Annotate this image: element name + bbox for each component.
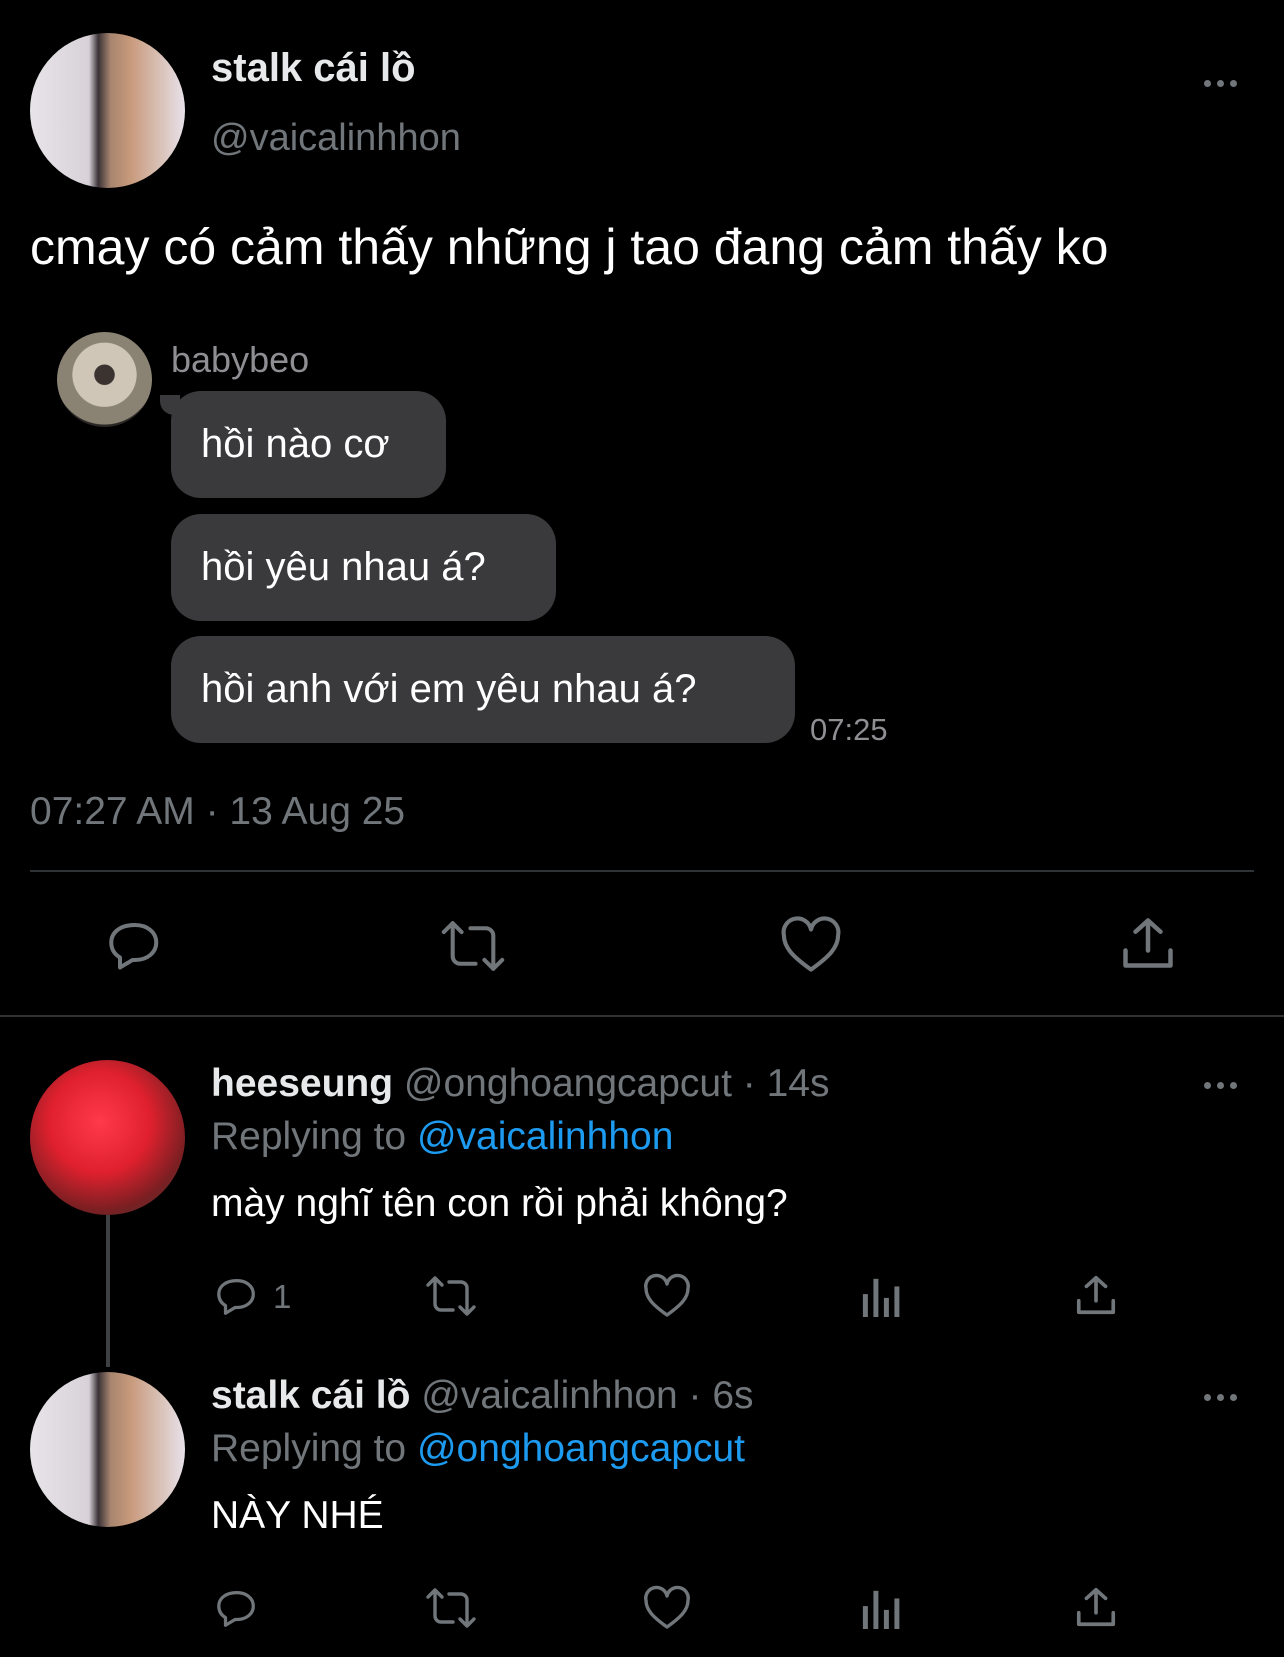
share-icon[interactable]: [1073, 1585, 1119, 1629]
chat-bubble: hồi yêu nhau á?: [171, 514, 556, 621]
author-display-name[interactable]: stalk cái lồ: [211, 46, 416, 91]
more-icon[interactable]: [1204, 80, 1237, 87]
reply-display-name[interactable]: heeseung: [211, 1062, 393, 1105]
reply-text: mày nghĩ tên con rồi phải không?: [211, 1182, 788, 1225]
heart-icon[interactable]: [780, 915, 842, 975]
chat-bubble: hồi nào cơ: [171, 391, 446, 498]
reply-header: heeseung @onghoangcapcut · 14s: [211, 1062, 829, 1106]
share-icon[interactable]: [1118, 915, 1178, 971]
replying-to-link[interactable]: @vaicalinhhon: [417, 1115, 673, 1158]
author-handle[interactable]: @vaicalinhhon: [211, 117, 461, 160]
reply-icon[interactable]: [214, 1273, 260, 1319]
chat-bubble: hồi anh với em yêu nhau á?: [171, 636, 795, 743]
replying-to-label: Replying to: [211, 1115, 407, 1158]
more-icon[interactable]: [1204, 1394, 1237, 1401]
views-icon[interactable]: [862, 1275, 902, 1317]
reply-count: 1: [273, 1278, 292, 1315]
reply-icon[interactable]: [214, 1585, 260, 1631]
replying-to: Replying to @onghoangcapcut: [211, 1427, 745, 1471]
reply-avatar[interactable]: [30, 1372, 185, 1527]
reply-avatar[interactable]: [30, 1060, 185, 1215]
views-icon[interactable]: [862, 1587, 902, 1629]
reply-header: stalk cái lồ @vaicalinhhon · 6s: [211, 1374, 754, 1418]
chat-sender-name: babybeo: [171, 339, 310, 380]
tweet-timestamp[interactable]: 07:27 AM · 13 Aug 25: [30, 790, 405, 834]
author-avatar[interactable]: [30, 33, 185, 188]
replying-to-label: Replying to: [211, 1427, 407, 1470]
retweet-icon[interactable]: [424, 1586, 478, 1630]
thread-line: [106, 1215, 110, 1367]
reply-handle[interactable]: @vaicalinhhon: [421, 1374, 677, 1417]
tweet-text: cmay có cảm thấy những j tao đang cảm th…: [30, 219, 1109, 275]
retweet-icon[interactable]: [440, 918, 506, 974]
reply-display-name[interactable]: stalk cái lồ: [211, 1374, 410, 1417]
chat-time: 07:25: [810, 712, 888, 747]
section-divider: [0, 1015, 1284, 1017]
reply-text: NÀY NHÉ: [211, 1494, 384, 1537]
reply-handle[interactable]: @onghoangcapcut: [404, 1062, 732, 1105]
heart-icon[interactable]: [643, 1585, 691, 1631]
more-icon[interactable]: [1204, 1082, 1237, 1089]
reply-age[interactable]: · 6s: [689, 1374, 754, 1417]
reply-icon[interactable]: [105, 915, 165, 975]
divider: [30, 870, 1254, 872]
chat-sender-avatar: [57, 332, 152, 427]
reply-age[interactable]: · 14s: [743, 1062, 830, 1105]
retweet-icon[interactable]: [424, 1274, 478, 1318]
share-icon[interactable]: [1073, 1273, 1119, 1317]
replying-to-link[interactable]: @onghoangcapcut: [417, 1427, 745, 1470]
heart-icon[interactable]: [643, 1273, 691, 1319]
replying-to: Replying to @vaicalinhhon: [211, 1115, 673, 1159]
